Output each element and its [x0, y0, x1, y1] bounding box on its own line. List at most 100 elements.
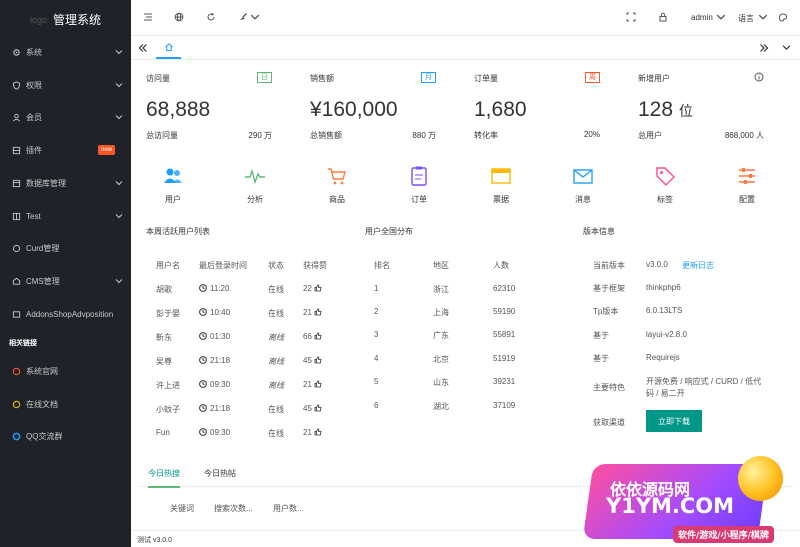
chevron-down-icon[interactable]: [758, 12, 770, 24]
clock-icon: [199, 428, 207, 436]
thumbs-up-icon[interactable]: [314, 428, 322, 436]
quick-link-label: 配置: [739, 195, 755, 204]
thumbs-up-icon[interactable]: [314, 332, 322, 340]
quick-link-orders[interactable]: 订单: [379, 165, 459, 205]
tab-hot-posts[interactable]: 今日热帖: [204, 468, 236, 479]
version-label: Tp版本: [593, 307, 619, 316]
status-text: 离线: [268, 357, 284, 366]
scroll-right-icon[interactable]: [759, 43, 769, 53]
distribution-rank: 2: [374, 307, 379, 316]
distribution-rank: 6: [374, 401, 379, 410]
user-name: 吴尊: [156, 356, 172, 367]
status: 离线: [268, 356, 284, 367]
sidebar-item-system[interactable]: 系统: [0, 42, 131, 62]
stat-badge: 日: [257, 72, 272, 83]
sidebar-item-curd[interactable]: Curd管理: [0, 238, 131, 258]
lock-icon[interactable]: [658, 12, 670, 24]
stat-foot-label: 总用户: [638, 131, 662, 140]
stat-title: 订单量: [474, 74, 498, 83]
quick-link-tags[interactable]: 标签: [625, 165, 705, 205]
status-text: 在线: [268, 429, 284, 438]
globe-icon[interactable]: [174, 12, 186, 24]
user-name-text: 吴尊: [156, 357, 172, 366]
clock-icon: [199, 284, 207, 292]
menu-toggle-icon[interactable]: [143, 12, 155, 24]
quick-link-products[interactable]: 商品: [297, 165, 377, 205]
sidebar-item-addons[interactable]: AddonsShopAdvposition: [0, 304, 131, 324]
ticket-icon: [491, 168, 511, 184]
version-label: 基于: [593, 331, 609, 340]
brush-icon[interactable]: [238, 12, 250, 24]
sidebar-item-label: 系统: [26, 47, 42, 57]
sidebar-item-member[interactable]: 会员: [0, 107, 131, 127]
stat-value: ¥160,000: [310, 98, 398, 121]
user-name: 胡歌: [156, 284, 172, 295]
sidebar-link-website[interactable]: 系统官网: [0, 361, 131, 381]
user-name-text: 胡歌: [156, 285, 172, 294]
last-login-time-text: 09:30: [210, 428, 231, 437]
quick-link-settings[interactable]: 配置: [707, 165, 787, 205]
table-header: 用户名: [156, 261, 180, 270]
table-header: 排名: [374, 261, 390, 270]
status: 在线: [268, 404, 284, 415]
user-menu[interactable]: admin: [691, 13, 713, 22]
stat-card-visits: 访问量 日 68,888 总访问量 290 万: [131, 60, 294, 150]
sidebar-item-label: 会员: [26, 112, 42, 122]
fullscreen-icon[interactable]: [626, 12, 638, 24]
thumbs-up-icon[interactable]: [314, 404, 322, 412]
sidebar-item-plugin[interactable]: 插件 new: [0, 140, 131, 160]
stat-value: 68,888: [146, 98, 211, 121]
last-login-time: 21:18: [199, 356, 230, 365]
thumbs-up-icon[interactable]: [314, 356, 322, 364]
clock-icon: [199, 404, 207, 412]
thumbs-up-icon[interactable]: [314, 284, 322, 292]
table-header: 地区: [433, 261, 449, 270]
sidebar-link-docs[interactable]: 在线文档: [0, 394, 131, 414]
language-menu[interactable]: 语言: [738, 13, 754, 24]
chevron-down-icon: [115, 214, 123, 219]
download-button[interactable]: 立即下载: [646, 410, 702, 432]
chevron-down-icon[interactable]: [250, 12, 262, 24]
thumbs-up-icon[interactable]: [314, 380, 322, 388]
version-value: layui-v2.8.0: [646, 330, 687, 339]
tabs-bar: [131, 36, 800, 60]
logo-area[interactable]: logo 管理系统: [0, 0, 131, 38]
user-name: 彭于晏: [156, 308, 180, 319]
theme-icon[interactable]: [778, 12, 790, 24]
status: 在线: [268, 308, 284, 319]
quick-link-tickets[interactable]: 票据: [461, 165, 541, 205]
watermark-domain: Y1YM.COM: [606, 494, 735, 518]
sidebar-item-test[interactable]: Test: [0, 206, 131, 226]
table-header: 人数: [493, 261, 509, 270]
quick-link-analysis[interactable]: 分析: [215, 165, 295, 205]
scroll-left-icon[interactable]: [138, 43, 148, 53]
tab-menu-icon[interactable]: [782, 43, 792, 53]
sidebar-item-database[interactable]: 数据库管理: [0, 173, 131, 193]
chevron-down-icon[interactable]: [716, 12, 728, 24]
sidebar-item-permission[interactable]: 权限: [0, 75, 131, 95]
distribution-count: 59190: [493, 307, 516, 316]
stat-foot-value: 290 万: [248, 131, 272, 140]
refresh-icon[interactable]: [206, 12, 218, 24]
info-icon[interactable]: [754, 72, 764, 82]
quick-link-users[interactable]: 用户: [133, 165, 213, 205]
thumbs-up-icon[interactable]: [314, 308, 322, 316]
quick-link-messages[interactable]: 消息: [543, 165, 623, 205]
status: 在线: [268, 428, 284, 439]
last-login-time: 01:30: [199, 332, 230, 341]
chevron-down-icon: [115, 83, 123, 88]
sidebar-link-qq[interactable]: QQ交流群: [0, 426, 131, 446]
likes-text: 45: [303, 404, 312, 413]
likes: 21: [303, 428, 322, 437]
distribution-count: 55891: [493, 330, 516, 339]
user-icon: [11, 112, 21, 122]
distribution-rank: 1: [374, 284, 379, 293]
sidebar-item-label: QQ交流群: [26, 431, 63, 441]
globe-icon: [11, 366, 21, 376]
sidebar-item-cms[interactable]: CMS管理: [0, 271, 131, 291]
tab-home[interactable]: [156, 36, 181, 59]
panel-title-version: 版本信息: [583, 227, 615, 236]
tab-hot-search[interactable]: 今日热搜: [148, 468, 180, 488]
changelog-link[interactable]: 更新日志: [682, 260, 714, 271]
sidebar-item-label: Curd管理: [26, 243, 60, 253]
